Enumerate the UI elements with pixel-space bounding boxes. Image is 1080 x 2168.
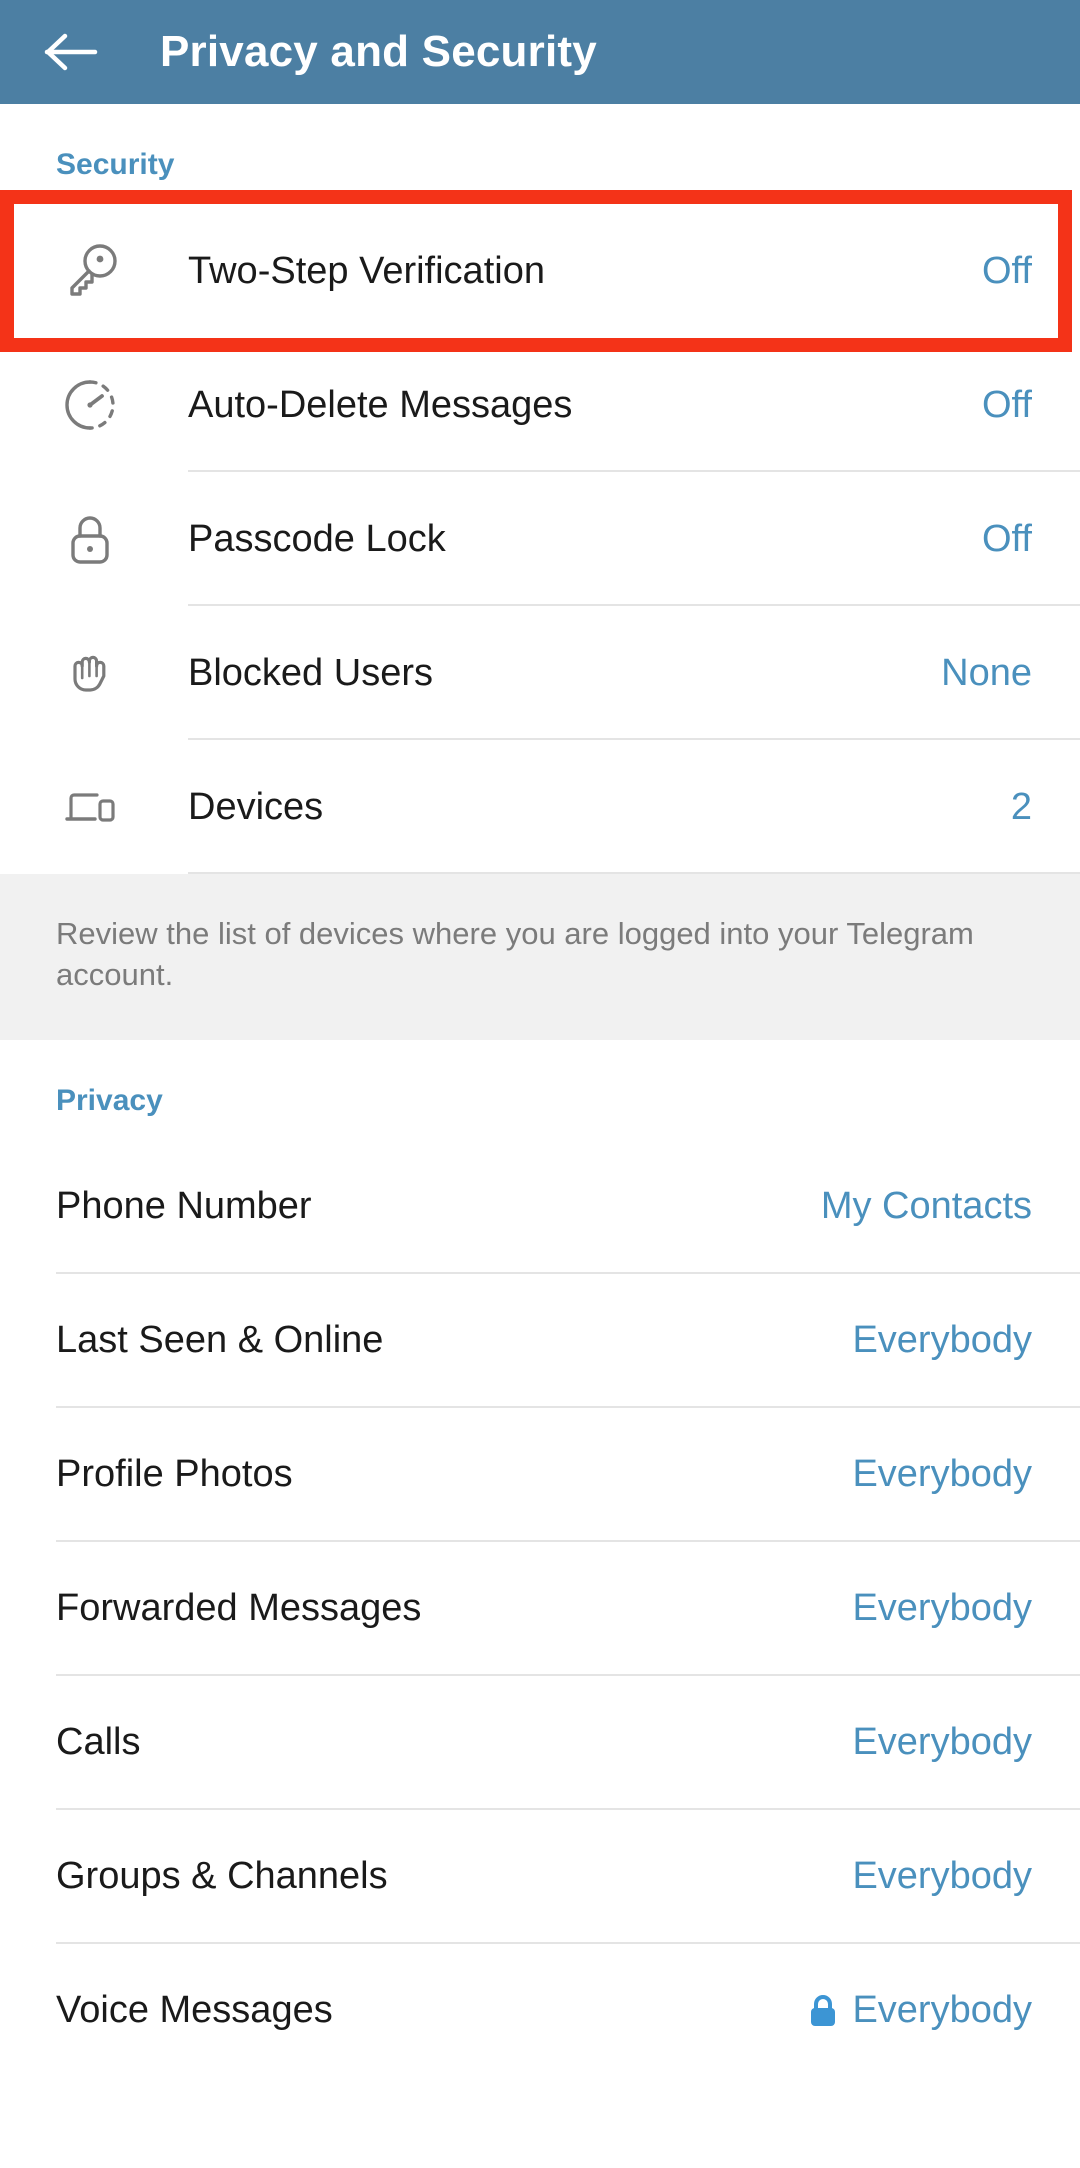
row-value: Off <box>982 384 1080 427</box>
auto-delete-timer-icon <box>0 374 188 436</box>
row-phone-number[interactable]: Phone Number My Contacts <box>0 1140 1080 1274</box>
premium-lock-icon <box>808 1994 838 2028</box>
privacy-security-screen: Privacy and Security Security Two-Step V… <box>0 0 1080 2168</box>
privacy-list: Phone Number My Contacts Last Seen & Onl… <box>0 1140 1080 2078</box>
row-value: None <box>941 652 1080 695</box>
row-label: Calls <box>56 1721 852 1764</box>
row-label: Last Seen & Online <box>56 1319 852 1362</box>
value-text: Everybody <box>852 1855 1032 1898</box>
section-header-security: Security <box>0 104 1080 204</box>
row-value: 2 <box>1011 786 1080 829</box>
row-label: Groups & Channels <box>56 1855 852 1898</box>
devices-icon <box>0 776 188 838</box>
value-text: Off <box>982 384 1032 427</box>
row-value: Everybody <box>852 1855 1080 1898</box>
value-text: None <box>941 652 1032 695</box>
row-calls[interactable]: Calls Everybody <box>0 1676 1080 1810</box>
app-bar: Privacy and Security <box>0 0 1080 104</box>
row-profile-photos[interactable]: Profile Photos Everybody <box>0 1408 1080 1542</box>
value-text: Everybody <box>852 1319 1032 1362</box>
hand-stop-icon <box>0 642 188 704</box>
row-devices[interactable]: Devices 2 <box>0 740 1080 874</box>
row-label: Profile Photos <box>56 1453 852 1496</box>
row-forwarded-messages[interactable]: Forwarded Messages Everybody <box>0 1542 1080 1676</box>
row-auto-delete-messages[interactable]: Auto-Delete Messages Off <box>0 338 1080 472</box>
row-value: Everybody <box>808 1989 1080 2032</box>
row-value: Off <box>982 518 1080 561</box>
row-label: Passcode Lock <box>188 518 982 561</box>
row-value: My Contacts <box>821 1185 1080 1228</box>
value-text: Everybody <box>852 1587 1032 1630</box>
row-passcode-lock[interactable]: Passcode Lock Off <box>0 472 1080 606</box>
row-label: Blocked Users <box>188 652 941 695</box>
value-text: Off <box>982 250 1032 293</box>
row-label: Forwarded Messages <box>56 1587 852 1630</box>
row-blocked-users[interactable]: Blocked Users None <box>0 606 1080 740</box>
row-label: Two-Step Verification <box>188 250 982 293</box>
value-text: Everybody <box>852 1453 1032 1496</box>
back-button[interactable] <box>44 20 108 84</box>
page-title: Privacy and Security <box>160 27 597 77</box>
row-two-step-verification[interactable]: Two-Step Verification Off <box>0 204 1080 338</box>
padlock-icon <box>0 508 188 570</box>
arrow-left-icon <box>44 30 98 74</box>
row-value: Everybody <box>852 1319 1080 1362</box>
value-text: Off <box>982 518 1032 561</box>
security-list: Two-Step Verification Off Auto-Delete Me… <box>0 204 1080 874</box>
row-voice-messages[interactable]: Voice Messages Everybody <box>0 1944 1080 2078</box>
section-header-privacy: Privacy <box>0 1040 1080 1140</box>
row-value: Everybody <box>852 1453 1080 1496</box>
devices-info-text: Review the list of devices where you are… <box>56 914 1016 996</box>
row-last-seen-online[interactable]: Last Seen & Online Everybody <box>0 1274 1080 1408</box>
row-label: Auto-Delete Messages <box>188 384 982 427</box>
devices-info-block: Review the list of devices where you are… <box>0 874 1080 1040</box>
row-value: Off <box>982 250 1080 293</box>
value-text: 2 <box>1011 786 1032 829</box>
value-text: Everybody <box>852 1721 1032 1764</box>
value-text: My Contacts <box>821 1185 1032 1228</box>
row-groups-channels[interactable]: Groups & Channels Everybody <box>0 1810 1080 1944</box>
row-label: Devices <box>188 786 1011 829</box>
value-text: Everybody <box>852 1989 1032 2032</box>
row-value: Everybody <box>852 1721 1080 1764</box>
row-label: Voice Messages <box>56 1989 808 2032</box>
row-value: Everybody <box>852 1587 1080 1630</box>
key-icon <box>0 240 188 302</box>
row-label: Phone Number <box>56 1185 821 1228</box>
